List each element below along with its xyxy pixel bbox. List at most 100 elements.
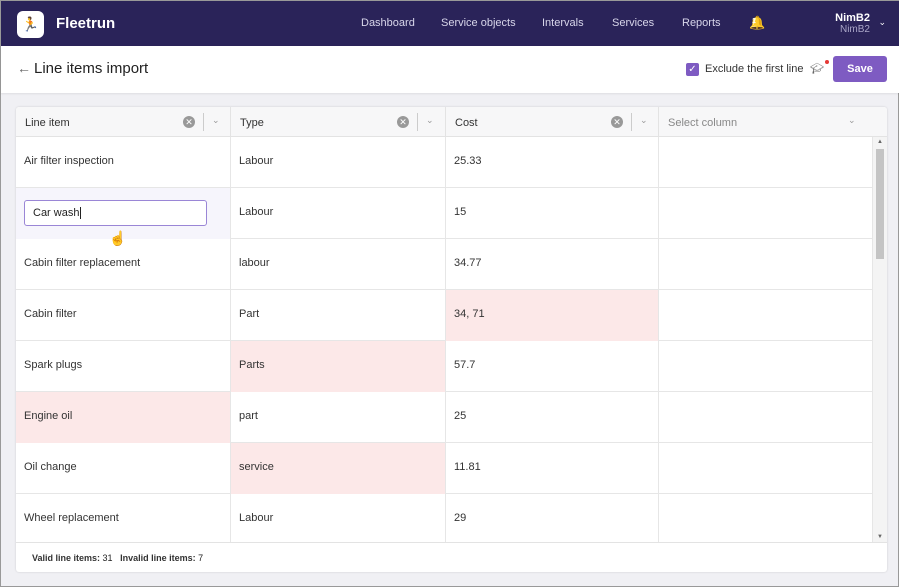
cell-empty[interactable] bbox=[659, 494, 873, 542]
cell-cost[interactable]: 34, 71 bbox=[446, 290, 659, 341]
table-row: Wheel replacement Labour 29 bbox=[16, 494, 873, 542]
clear-icon[interactable]: ✕ bbox=[183, 116, 195, 128]
chevron-down-icon[interactable]: ⌄ bbox=[878, 17, 886, 28]
chevron-down-icon[interactable]: ⌄ bbox=[426, 115, 434, 126]
column-label: Cost bbox=[455, 117, 478, 129]
table-row: Car wash ☝ Labour 15 bbox=[16, 188, 873, 246]
table-header: Line item ✕ ⌄ Type ✕ ⌄ Cost ✕ ⌄ Select c… bbox=[16, 107, 887, 137]
exclude-first-line-label[interactable]: Exclude the first line bbox=[705, 63, 803, 75]
column-select-line-item[interactable]: Line item ✕ ⌄ bbox=[16, 107, 231, 137]
cell-type[interactable]: Part bbox=[231, 290, 446, 341]
fleetrun-logo-icon[interactable]: 🏃 bbox=[17, 11, 44, 38]
cell-empty[interactable] bbox=[659, 290, 873, 341]
cell-type[interactable]: labour bbox=[231, 239, 446, 290]
divider bbox=[203, 113, 204, 131]
table-footer: Valid line items: 31 Invalid line items:… bbox=[16, 542, 887, 572]
notification-count: 1 bbox=[752, 18, 756, 25]
table-row: Oil change service 11.81 bbox=[16, 443, 873, 494]
user-name: NimB2 bbox=[835, 12, 870, 24]
line-item-input[interactable]: Car wash bbox=[24, 200, 207, 226]
cell-text: Air filter inspection bbox=[24, 155, 114, 167]
notification-bell-icon[interactable]: 🔔 1 bbox=[749, 15, 765, 30]
cell-cost[interactable]: 11.81 bbox=[446, 443, 659, 494]
clear-icon[interactable]: ✕ bbox=[397, 116, 409, 128]
cell-type[interactable]: Labour bbox=[231, 494, 446, 542]
cell-item[interactable]: Cabin filter bbox=[16, 290, 231, 341]
back-arrow-icon[interactable]: ← bbox=[17, 60, 31, 76]
cell-empty[interactable] bbox=[659, 188, 873, 239]
scroll-down-icon[interactable]: ▼ bbox=[877, 534, 883, 540]
scroll-up-icon[interactable]: ▲ bbox=[877, 139, 883, 145]
cell-empty[interactable] bbox=[659, 239, 873, 290]
column-select-cost[interactable]: Cost ✕ ⌄ bbox=[446, 107, 659, 137]
nav-dashboard[interactable]: Dashboard bbox=[361, 17, 415, 29]
user-sub: NimB2 bbox=[839, 24, 870, 35]
top-navbar: 🏃 Fleetrun Dashboard Service objects Int… bbox=[1, 1, 899, 46]
nav-reports[interactable]: Reports bbox=[682, 17, 721, 29]
save-button[interactable]: Save bbox=[833, 56, 887, 82]
cell-text: Part bbox=[239, 308, 260, 320]
cell-empty[interactable] bbox=[659, 341, 873, 392]
clear-icon[interactable]: ✕ bbox=[611, 116, 623, 128]
cell-item[interactable]: Car wash ☝ bbox=[16, 188, 231, 246]
cell-cost[interactable]: 15 bbox=[446, 188, 659, 239]
cell-cost[interactable]: 34.77 bbox=[446, 239, 659, 290]
cell-type[interactable]: Parts bbox=[231, 341, 446, 392]
cell-text: Labour bbox=[239, 155, 274, 167]
cell-type[interactable]: Labour bbox=[231, 188, 446, 239]
scrollbar-thumb[interactable] bbox=[876, 149, 884, 259]
graduation-cap-icon[interactable]: 🎓︎ bbox=[810, 62, 824, 75]
cell-empty[interactable] bbox=[659, 137, 873, 188]
column-label: Line item bbox=[25, 117, 70, 129]
table-body: Air filter inspection Labour 25.33 Car wash… bbox=[16, 137, 873, 542]
table-row: Cabin filter Part 34, 71 bbox=[16, 290, 873, 341]
cell-type[interactable]: part bbox=[231, 392, 446, 443]
divider bbox=[631, 113, 632, 131]
chevron-down-icon[interactable]: ⌄ bbox=[212, 115, 220, 126]
nav-services[interactable]: Services bbox=[612, 17, 654, 29]
text-caret bbox=[80, 207, 82, 220]
cell-text: 57.7 bbox=[454, 359, 476, 371]
cell-item[interactable]: Wheel replacement bbox=[16, 494, 231, 542]
import-table: Line item ✕ ⌄ Type ✕ ⌄ Cost ✕ ⌄ Select c… bbox=[16, 107, 887, 572]
column-placeholder: Select column bbox=[668, 117, 738, 129]
cell-item[interactable]: Spark plugs bbox=[16, 341, 231, 392]
invalid-label: Invalid line items: bbox=[120, 553, 196, 563]
cell-text: Labour bbox=[239, 512, 274, 524]
table-row: Engine oil part 25 bbox=[16, 392, 873, 443]
chevron-down-icon[interactable]: ⌄ bbox=[640, 115, 648, 126]
nav-service-objects[interactable]: Service objects bbox=[441, 17, 516, 29]
user-menu[interactable]: NimB2 NimB2 bbox=[835, 12, 870, 35]
cell-cost[interactable]: 57.7 bbox=[446, 341, 659, 392]
cell-text: 25 bbox=[454, 410, 467, 422]
cell-item[interactable]: Engine oil bbox=[16, 392, 231, 443]
cell-empty[interactable] bbox=[659, 392, 873, 443]
column-select-type[interactable]: Type ✕ ⌄ bbox=[231, 107, 446, 137]
cell-type[interactable]: Labour bbox=[231, 137, 446, 188]
table-row: Spark plugs Parts 57.7 bbox=[16, 341, 873, 392]
cell-cost[interactable]: 25 bbox=[446, 392, 659, 443]
chevron-down-icon[interactable]: ⌄ bbox=[848, 115, 856, 126]
cell-cost[interactable]: 29 bbox=[446, 494, 659, 542]
line-item-input-value: Car wash bbox=[33, 207, 80, 219]
cell-item[interactable]: Air filter inspection bbox=[16, 137, 231, 188]
cell-text: 25.33 bbox=[454, 155, 482, 167]
cell-item[interactable]: Cabin filter replacement bbox=[16, 239, 231, 290]
exclude-first-line-checkbox[interactable]: ✓ bbox=[686, 63, 699, 76]
cell-text: Labour bbox=[239, 206, 274, 218]
cell-text: Cabin filter bbox=[24, 308, 77, 320]
cell-item[interactable]: Oil change bbox=[16, 443, 231, 494]
cell-text: service bbox=[239, 461, 274, 473]
nav-intervals[interactable]: Intervals bbox=[542, 17, 584, 29]
new-indicator-dot bbox=[825, 60, 829, 64]
scrollbar[interactable]: ▲ ▼ bbox=[873, 137, 887, 542]
cell-text: Engine oil bbox=[24, 410, 73, 422]
divider bbox=[417, 113, 418, 131]
cell-text: 34, 71 bbox=[454, 308, 485, 320]
column-label: Type bbox=[240, 117, 264, 129]
cell-cost[interactable]: 25.33 bbox=[446, 137, 659, 188]
cell-empty[interactable] bbox=[659, 443, 873, 494]
cell-type[interactable]: service bbox=[231, 443, 446, 494]
cell-text: 34.77 bbox=[454, 257, 482, 269]
column-select-empty[interactable]: Select column ⌄ bbox=[659, 107, 887, 137]
